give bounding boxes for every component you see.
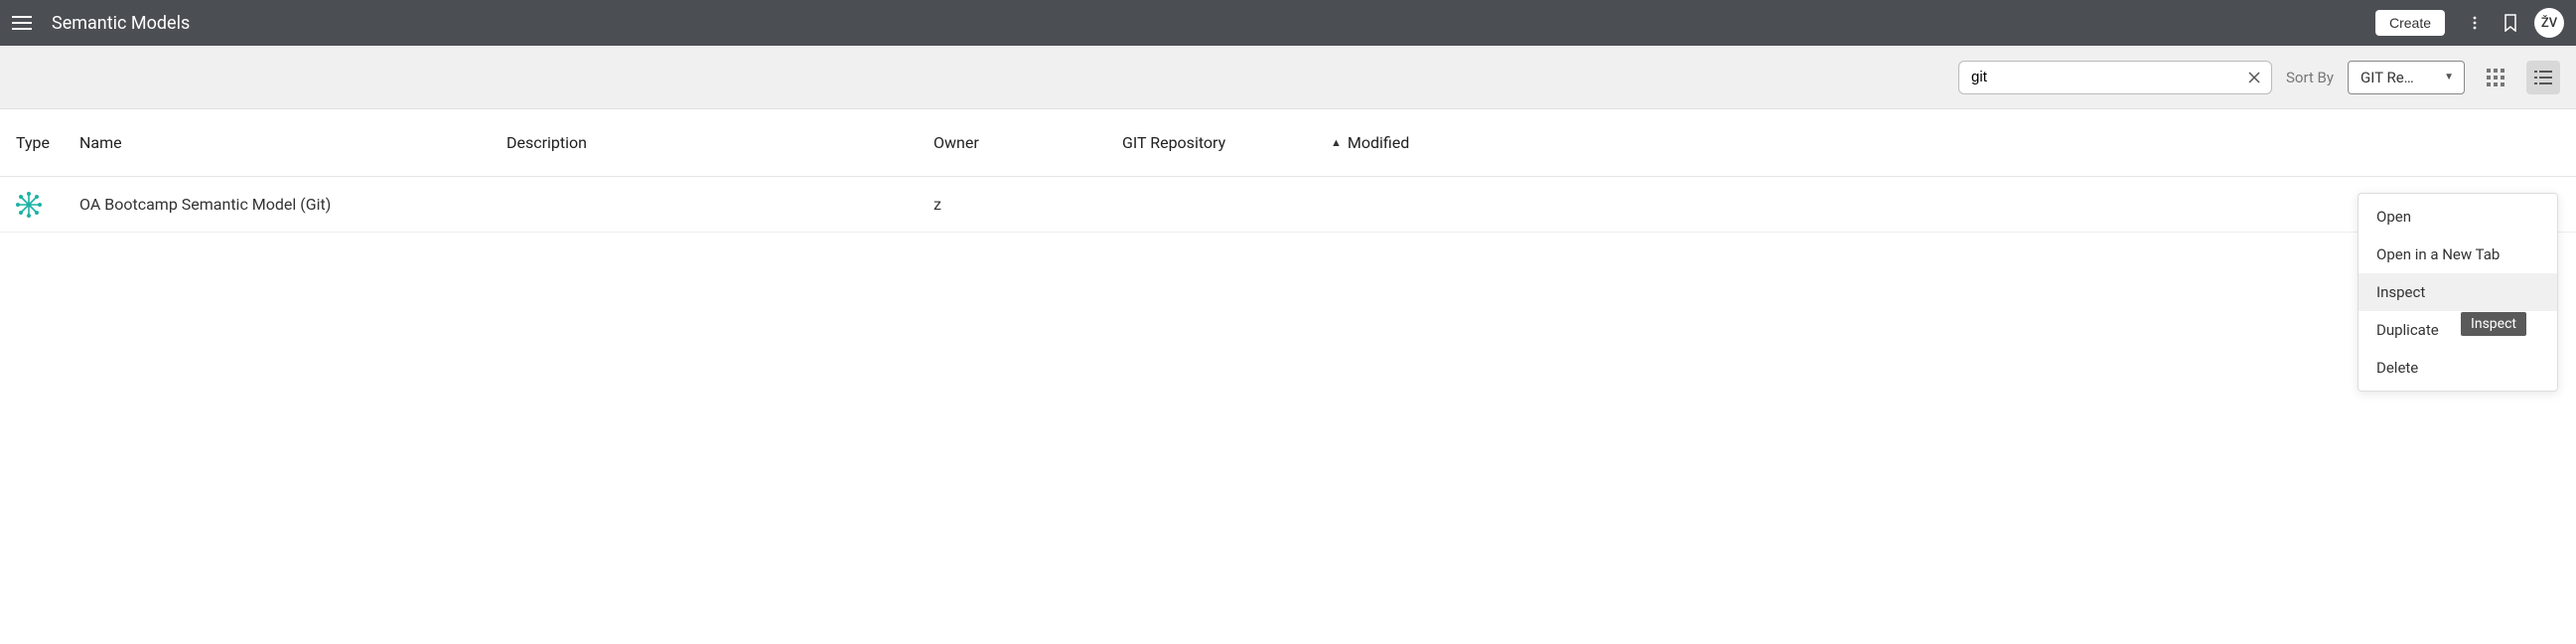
col-header-git[interactable]: GIT Repository [1122,133,1331,152]
col-header-type[interactable]: Type [16,133,79,152]
avatar[interactable]: ŽV [2534,8,2564,38]
tooltip: Inspect [2461,312,2526,336]
menu-item-open[interactable]: Open [2359,198,2557,236]
clear-search-icon[interactable] [2242,66,2266,89]
menu-item-inspect[interactable]: Inspect [2359,273,2557,311]
row-name: OA Bootcamp Semantic Model (Git) [79,195,506,214]
row-owner: z [933,195,1122,214]
bookmark-icon[interactable] [2495,7,2526,39]
search-wrap [1958,61,2272,94]
grid-view-icon[interactable] [2479,61,2512,94]
col-header-modified-label: Modified [1348,133,1409,152]
sort-selected-value: GIT Re… [2361,69,2414,86]
menu-item-open-new-tab[interactable]: Open in a New Tab [2359,236,2557,273]
semantic-model-type-icon [16,192,79,218]
col-header-description[interactable]: Description [506,133,933,152]
list-view-icon[interactable] [2526,61,2560,94]
col-header-name[interactable]: Name [79,133,506,152]
sort-ascending-icon: ▲ [1331,136,1342,149]
create-button[interactable]: Create [2375,10,2445,36]
table-header: Type Name Description Owner GIT Reposito… [0,109,2576,177]
page-title: Semantic Models [52,13,2375,34]
col-header-owner[interactable]: Owner [933,133,1122,152]
topbar: Semantic Models Create ŽV [0,0,2576,46]
col-header-modified[interactable]: ▲ Modified [1331,133,2560,152]
menu-item-duplicate[interactable]: Duplicate [2359,311,2557,349]
context-menu: Open Open in a New Tab Inspect Duplicate… [2358,193,2558,392]
table-row[interactable]: OA Bootcamp Semantic Model (Git) z [0,177,2576,233]
menu-item-delete[interactable]: Delete [2359,349,2557,387]
menu-icon[interactable] [12,9,40,37]
kebab-menu-icon[interactable] [2459,7,2491,39]
sort-dropdown[interactable]: GIT Re… [2348,61,2465,94]
toolbar: Sort By GIT Re… [0,46,2576,109]
sortby-label: Sort By [2286,69,2334,86]
search-input[interactable] [1958,61,2272,94]
